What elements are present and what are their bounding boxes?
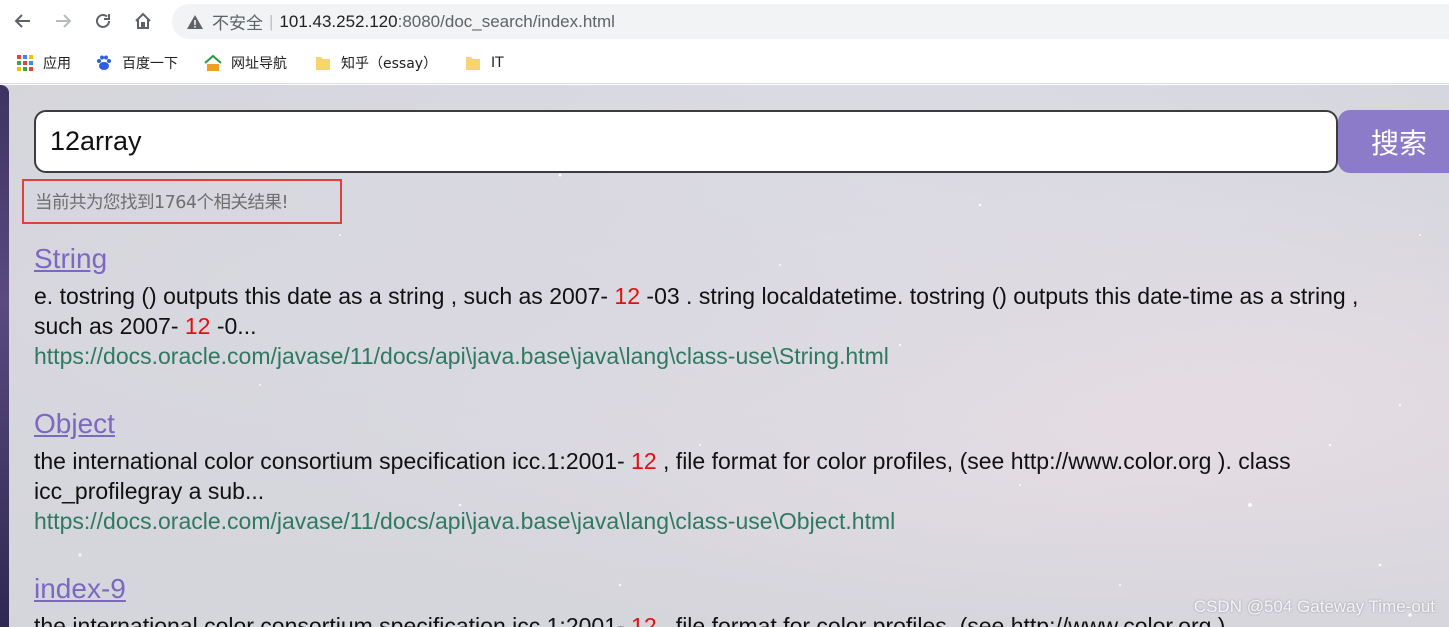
bookmark-label: IT bbox=[491, 55, 504, 71]
result-description: e. tostring () outputs this date as a st… bbox=[34, 281, 1444, 341]
desc-text: -03 . string localdatetime. tostring () … bbox=[640, 283, 1359, 309]
desc-text: the international color consortium speci… bbox=[34, 448, 632, 474]
result-url[interactable]: https://docs.oracle.com/javase/11/docs/a… bbox=[34, 506, 1444, 536]
desc-text: icc_profilegray a sub... bbox=[34, 478, 265, 504]
bookmark-label: 应用 bbox=[43, 56, 71, 72]
result-url[interactable]: https://docs.oracle.com/javase/11/docs/a… bbox=[34, 341, 1444, 371]
desc-text: such as 2007- bbox=[34, 313, 185, 339]
desc-highlight: 12 bbox=[184, 313, 211, 339]
reload-button[interactable] bbox=[89, 7, 117, 35]
desc-text: the international color consortium speci… bbox=[34, 613, 632, 627]
bookmarks-bar: 应用 百度一下 网址导航 知乎（essay） IT bbox=[0, 42, 1449, 84]
result-title-link[interactable]: index-9 bbox=[34, 573, 126, 605]
search-result: String e. tostring () outputs this date … bbox=[34, 243, 1444, 371]
bookmark-baidu[interactable]: 百度一下 bbox=[95, 52, 178, 74]
result-count-prefix: 当前共为您找到 bbox=[35, 193, 155, 213]
bookmark-nav[interactable]: 网址导航 bbox=[204, 52, 287, 74]
warning-icon bbox=[187, 14, 203, 29]
search-result: Object the international color consortiu… bbox=[34, 408, 1444, 536]
home-button[interactable] bbox=[129, 7, 157, 35]
home-icon bbox=[135, 12, 151, 29]
desc-highlight: 12 bbox=[631, 613, 657, 627]
apps-grid-icon bbox=[17, 55, 33, 71]
bookmark-label: 网址导航 bbox=[231, 56, 287, 72]
url-separator: | bbox=[269, 11, 274, 31]
house-2345-icon bbox=[204, 54, 222, 71]
desc-text: , file format for color profiles, (see h… bbox=[656, 613, 1232, 627]
page-content: 搜索 当前共为您找到1764个相关结果! String e. tostring … bbox=[0, 85, 1449, 627]
result-description: the international color consortium speci… bbox=[34, 446, 1444, 506]
result-title-link[interactable]: String bbox=[34, 243, 107, 275]
bookmark-apps[interactable]: 应用 bbox=[16, 52, 71, 74]
url-path: :8080/doc_search/index.html bbox=[397, 11, 615, 31]
reload-icon bbox=[96, 13, 110, 28]
desc-text: e. tostring () outputs this date as a st… bbox=[34, 283, 615, 309]
result-count-suffix: 个相关结果! bbox=[196, 193, 289, 213]
baidu-paw-icon bbox=[97, 55, 111, 70]
search-button[interactable]: 搜索 bbox=[1338, 110, 1449, 173]
desc-highlight: 12 bbox=[614, 283, 641, 309]
result-title-link[interactable]: Object bbox=[34, 408, 115, 440]
back-button[interactable] bbox=[9, 7, 37, 35]
browser-toolbar: 不安全 | 101.43.252.120 :8080/doc_search/in… bbox=[0, 0, 1449, 42]
address-bar[interactable]: 不安全 | 101.43.252.120 :8080/doc_search/in… bbox=[172, 4, 1449, 39]
result-count: 当前共为您找到1764个相关结果! bbox=[22, 179, 342, 224]
result-count-number: 1764 bbox=[154, 193, 197, 213]
bookmark-label: 知乎（essay） bbox=[341, 56, 438, 72]
folder-icon bbox=[466, 57, 480, 70]
desc-highlight: 12 bbox=[631, 448, 657, 474]
url-host: 101.43.252.120 bbox=[279, 11, 398, 31]
csdn-watermark: CSDN @504 Gateway Time-out bbox=[1193, 597, 1435, 616]
folder-icon bbox=[316, 57, 330, 70]
back-icon bbox=[14, 14, 30, 28]
search-input[interactable] bbox=[34, 110, 1338, 173]
left-edge-strip bbox=[0, 85, 9, 627]
bookmark-zhihu[interactable]: 知乎（essay） bbox=[314, 52, 437, 74]
desc-text: , file format for color profiles, (see h… bbox=[656, 448, 1291, 474]
desc-text: -0... bbox=[210, 313, 257, 339]
forward-icon bbox=[56, 14, 72, 28]
security-label: 不安全 bbox=[212, 14, 263, 33]
forward-button[interactable] bbox=[49, 7, 77, 35]
bookmark-it[interactable]: IT bbox=[464, 52, 504, 74]
bookmark-label: 百度一下 bbox=[122, 56, 178, 72]
